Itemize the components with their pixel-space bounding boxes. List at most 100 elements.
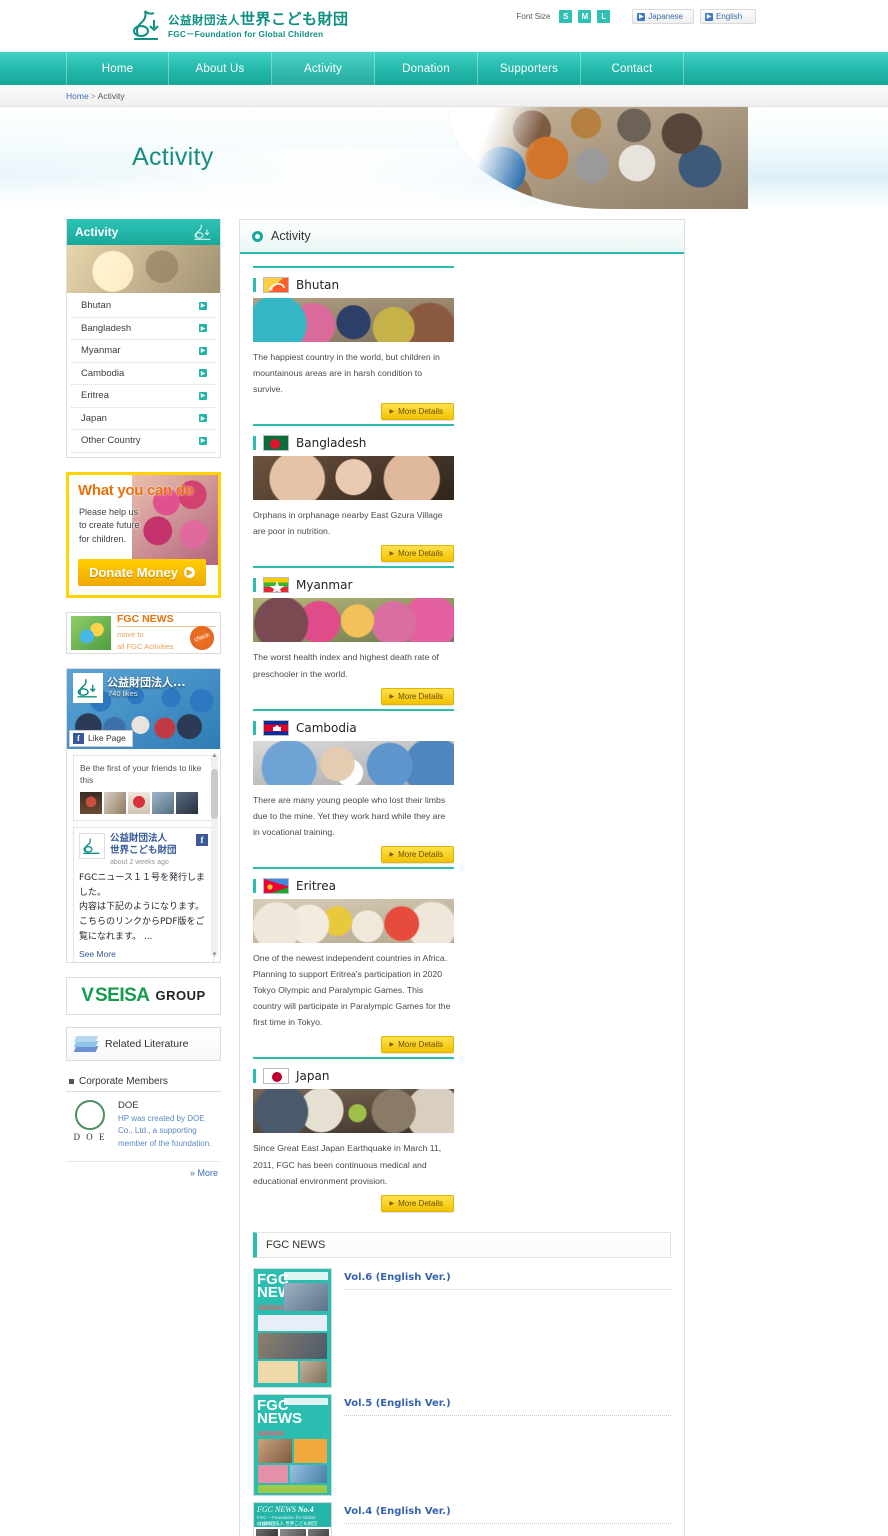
activity-card-bhutan[interactable]: Bhutan The happiest country in the world… [253, 266, 454, 421]
chevron-right-icon: ▶ [199, 436, 207, 445]
accent-bar [253, 578, 256, 593]
facebook-like-page-button[interactable]: f Like Page [69, 729, 133, 747]
activity-card-eritrea[interactable]: Eritrea One of the newest independent co… [253, 866, 454, 1054]
donate-money-label: Donate Money [89, 564, 178, 580]
what-you-can-do-banner[interactable]: What you can do Please help us to create… [66, 471, 221, 598]
activity-card-header: Bhutan [253, 266, 454, 296]
arrow-right-icon: ▶ [183, 566, 195, 578]
divider [344, 1288, 671, 1290]
sidebar-item-bhutan[interactable]: Bhutan ▶ [71, 295, 216, 318]
scroll-down-icon: ▼ [211, 951, 218, 958]
fgc-news-title[interactable]: Vol.5 (English Ver.) [344, 1398, 671, 1409]
font-size-medium-button[interactable]: M [578, 10, 592, 23]
doe-logo-icon: D O E [70, 1099, 110, 1151]
more-details-button-myanmar[interactable]: ▶ More Details [381, 687, 454, 705]
language-japanese-button[interactable]: ▶ Japanese [632, 9, 694, 24]
activity-card-country: Eritrea [296, 878, 336, 893]
fgc-news-cover[interactable]: FGC NEWS No.4 FGC －Foundation for Global… [253, 1501, 332, 1536]
nav-item-home[interactable]: Home [66, 52, 169, 85]
sidebar-item-myanmar[interactable]: Myanmar ▶ [71, 340, 216, 363]
more-details-label: More Details [398, 691, 443, 701]
corporate-members-more-link[interactable]: » More [66, 1160, 221, 1180]
fgc-news-list: FGC NEWS Vol.6 (English Ver.) FGC NEWS V… [240, 1258, 684, 1536]
chevron-right-icon: ▶ [199, 324, 207, 333]
fgc-news-title[interactable]: Vol.6 (English Ver.) [344, 1272, 671, 1283]
corporate-member-item[interactable]: D O E DOE HP was created by DOE Co., Ltd… [66, 1092, 221, 1157]
nav-item-contact[interactable]: Contact [581, 52, 684, 85]
chevron-right-icon: ▶ [199, 391, 207, 400]
nav-item-supporters[interactable]: Supporters [478, 52, 581, 85]
activity-card-cambodia[interactable]: Cambodia There are many young people who… [253, 708, 454, 863]
donate-money-button[interactable]: Donate Money ▶ [78, 558, 206, 586]
sidebar-item-label: Bhutan [81, 300, 112, 312]
fgc-news-cover[interactable]: FGC NEWS [253, 1267, 332, 1388]
sidebar-item-cambodia[interactable]: Cambodia ▶ [71, 363, 216, 385]
accent-bar [253, 1069, 256, 1084]
scroll-up-icon: ▲ [211, 752, 218, 759]
fgc-news-item-vol4[interactable]: FGC NEWS No.4 FGC －Foundation for Global… [253, 1501, 671, 1536]
language-japanese-label: Japanese [648, 12, 683, 21]
sidebar-item-bangladesh[interactable]: Bangladesh ▶ [71, 318, 216, 340]
more-details-button-cambodia[interactable]: ▶ More Details [381, 845, 454, 863]
eritrea-flag-icon [263, 877, 289, 894]
breadcrumb-separator: > [90, 91, 96, 101]
sidebar-item-eritrea[interactable]: Eritrea ▶ [71, 385, 216, 408]
fgc-news-title[interactable]: Vol.4 (English Ver.) [344, 1506, 671, 1517]
facebook-see-more-link[interactable]: See More [74, 949, 213, 962]
facebook-page-avatar [73, 672, 103, 703]
bullet-square-icon [69, 1078, 74, 1084]
chevron-right-icon: ▶ [199, 301, 207, 310]
activity-card-grid: Bhutan The happiest country in the world… [240, 254, 684, 1222]
activity-card-country: Myanmar [296, 578, 353, 593]
activity-card-country: Bhutan [296, 278, 340, 292]
activity-panel-title: Activity [271, 229, 311, 243]
nav-item-activity[interactable]: Activity [272, 52, 375, 85]
activity-card-header: Bangladesh [253, 424, 454, 454]
fgc-news-item-vol5[interactable]: FGC NEWS Vol.5 (English Ver.) [253, 1393, 671, 1496]
activity-card-bangladesh[interactable]: Bangladesh Orphans in orphanage nearby E… [253, 424, 454, 563]
activity-card-text: Since Great East Japan Earthquake in Mar… [253, 1143, 442, 1186]
facebook-post-avatar [79, 833, 105, 859]
triangle-right-icon: ▶ [389, 851, 395, 858]
myanmar-flag-icon [263, 577, 289, 594]
breadcrumb-current: Activity [97, 91, 125, 101]
nav-item-donation[interactable]: Donation [375, 52, 478, 85]
japan-flag-icon [263, 1068, 289, 1085]
page-title: Activity [132, 143, 214, 171]
facebook-friend-thumbnails [80, 792, 207, 814]
bhutan-flag-icon [263, 277, 289, 293]
site-logo[interactable]: 公益財団法人世界こども財団 FGC－Foundation for Global … [132, 6, 349, 44]
scrollbar-thumb[interactable] [211, 768, 218, 819]
more-details-button-eritrea[interactable]: ▶ More Details [381, 1036, 454, 1054]
font-size-small-button[interactable]: S [559, 10, 573, 23]
nav-item-about-us[interactable]: About Us [169, 52, 272, 85]
more-details-button-japan[interactable]: ▶ More Details [381, 1194, 454, 1212]
breadcrumb-home-link[interactable]: Home [66, 91, 89, 101]
main-layout: Activity Bhutan ▶ Bangladesh ▶ Myanmar ▶… [66, 209, 822, 1536]
fgc-news-cover-art: FGC NEWS [254, 1268, 331, 1387]
main-navigation: Home About Us Activity Donation Supporte… [0, 52, 888, 85]
fgc-logo-icon [193, 222, 213, 242]
activity-card-text: There are many young people who lost the… [253, 794, 446, 837]
language-english-button[interactable]: ▶ English [700, 9, 756, 24]
sidebar-item-label: Cambodia [81, 367, 125, 379]
more-details-button-bhutan[interactable]: ▶ More Details [381, 403, 454, 421]
triangle-right-icon: ▶ [389, 551, 395, 558]
circle-icon [252, 230, 263, 242]
activity-card-image [253, 456, 454, 501]
more-details-button-bangladesh[interactable]: ▶ More Details [381, 545, 454, 563]
fgc-news-cover[interactable]: FGC NEWS [253, 1393, 332, 1496]
sidebar-item-other-country[interactable]: Other Country ▶ [71, 430, 216, 453]
corporate-members-heading-label: Corporate Members [79, 1075, 168, 1087]
activity-card-japan[interactable]: Japan Since Great East Japan Earthquake … [253, 1057, 454, 1212]
seisa-group-logo[interactable]: V SEISA GROUP [66, 976, 221, 1015]
sidebar-item-label: Myanmar [81, 345, 121, 357]
fgc-news-banner[interactable]: FGC NEWS move to all FGC Activities chec… [66, 611, 221, 654]
activity-card-header: Japan [253, 1057, 454, 1087]
activity-card-text: Orphans in orphanage nearby East Gzura V… [253, 510, 443, 537]
related-literature-button[interactable]: Related Literature [66, 1026, 221, 1061]
font-size-large-button[interactable]: L [597, 10, 611, 23]
sidebar-item-japan[interactable]: Japan ▶ [71, 408, 216, 430]
fgc-news-item-vol6[interactable]: FGC NEWS Vol.6 (English Ver.) [253, 1267, 671, 1388]
activity-card-myanmar[interactable]: Myanmar The worst health index and highe… [253, 566, 454, 705]
